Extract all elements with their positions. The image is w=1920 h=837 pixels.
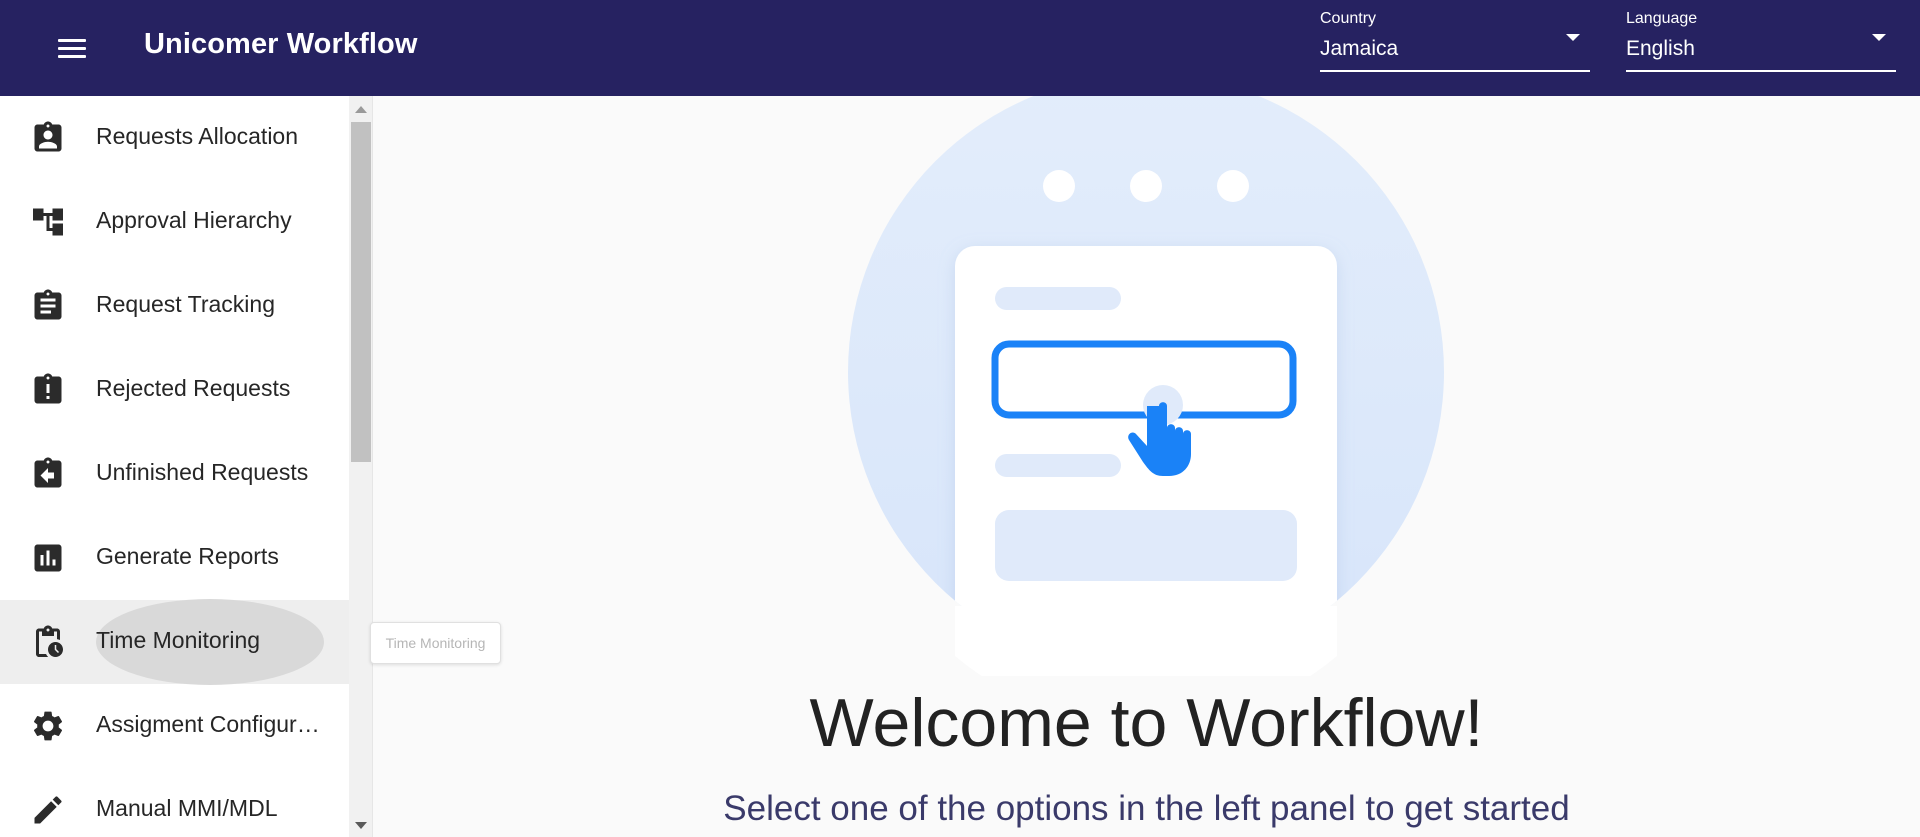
scrollbar-thumb[interactable] (351, 122, 371, 462)
hamburger-menu-icon[interactable] (44, 24, 100, 72)
assignment-late-icon (30, 372, 66, 408)
app-title: Unicomer Workflow (144, 28, 418, 60)
sidebar-item-label: Rejected Requests (96, 375, 291, 401)
welcome-heading: Welcome to Workflow! (809, 685, 1484, 761)
edit-icon (30, 792, 66, 828)
sidebar-item-label: Generate Reports (96, 543, 279, 569)
sidebar-item-label: Time Monitoring (96, 627, 261, 653)
chevron-down-icon (1566, 34, 1580, 41)
sidebar-item-assigment-configuration[interactable]: Assigment Configuration (0, 684, 349, 768)
select-underline (1320, 70, 1590, 72)
form-click-illustration (848, 96, 1448, 726)
pending-actions-icon (30, 624, 66, 660)
sidebar-item-time-monitoring[interactable]: Time Monitoring (0, 599, 349, 685)
assignment-icon (30, 288, 66, 324)
country-select[interactable]: Country Jamaica (1320, 8, 1590, 72)
app-header: Unicomer Workflow Country Jamaica Langua… (0, 0, 1920, 96)
sidebar-scrollbar[interactable] (349, 96, 373, 837)
sidebar-item-request-tracking[interactable]: Request Tracking (0, 264, 349, 348)
assignment-ind-icon (30, 120, 66, 156)
sidebar-nav: Requests Allocation Approval Hierarchy R… (0, 96, 349, 837)
sidebar-item-approval-hierarchy[interactable]: Approval Hierarchy (0, 180, 349, 264)
sidebar-item-label: Request Tracking (96, 291, 275, 317)
account-tree-icon (30, 204, 66, 240)
country-value: Jamaica (1320, 37, 1399, 60)
scroll-up-arrow-icon[interactable] (355, 106, 367, 113)
sidebar-item-label: Requests Allocation (96, 123, 299, 149)
welcome-subtitle: Select one of the options in the left pa… (723, 789, 1570, 828)
assessment-icon (30, 540, 66, 576)
chevron-down-icon (1872, 34, 1886, 41)
sidebar-item-label: Approval Hierarchy (96, 207, 292, 233)
language-value: English (1626, 37, 1695, 60)
sidebar-item-generate-reports[interactable]: Generate Reports (0, 516, 349, 600)
scroll-down-arrow-icon[interactable] (355, 822, 367, 829)
sidebar-item-label: Manual MMI/MDL (96, 795, 278, 821)
select-underline (1626, 70, 1896, 72)
sidebar-item-unfinished-requests[interactable]: Unfinished Requests (0, 432, 349, 516)
sidebar-item-manual-mmi-mdl[interactable]: Manual MMI/MDL (0, 768, 349, 837)
sidebar-item-label: Assigment Configuration (96, 711, 326, 737)
sidebar-item-requests-allocation[interactable]: Requests Allocation (0, 96, 349, 180)
main-content: Welcome to Workflow! Select one of the o… (373, 96, 1920, 837)
country-label: Country (1320, 10, 1377, 27)
language-select[interactable]: Language English (1626, 8, 1896, 72)
language-label: Language (1626, 10, 1698, 27)
settings-icon (30, 708, 66, 744)
sidebar-item-label: Unfinished Requests (96, 459, 309, 485)
assignment-return-icon (30, 456, 66, 492)
sidebar-item-rejected-requests[interactable]: Rejected Requests (0, 348, 349, 432)
